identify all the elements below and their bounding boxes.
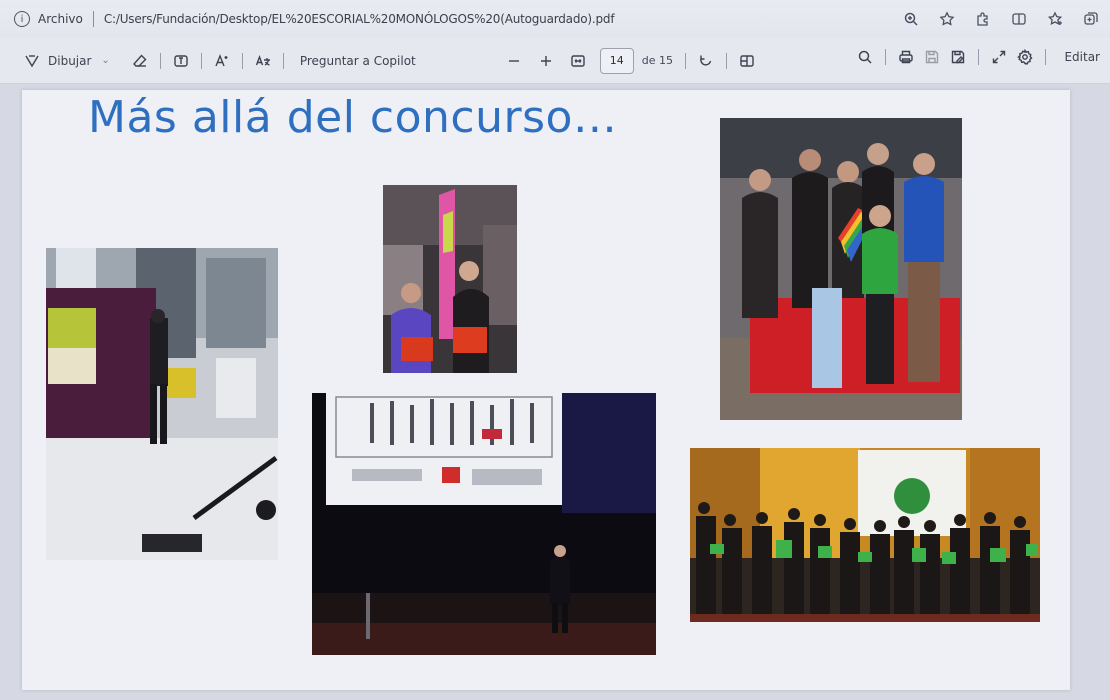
divider — [1045, 49, 1047, 65]
ask-copilot-button[interactable]: Preguntar a Copilot — [300, 54, 416, 68]
divider — [282, 52, 284, 69]
divider — [159, 52, 161, 69]
right-toolbar: Editar — [857, 49, 1100, 65]
translate-icon — [255, 54, 270, 66]
search-icon — [859, 50, 872, 64]
ask-copilot-label: Preguntar a Copilot — [299, 53, 416, 68]
search-button[interactable] — [857, 49, 873, 65]
gear-icon — [1017, 49, 1033, 65]
save-as-button[interactable] — [950, 49, 966, 65]
eraser-icon — [132, 53, 147, 67]
divider — [200, 52, 202, 69]
divider — [92, 11, 94, 27]
rotate-icon — [700, 55, 712, 66]
rotate-button[interactable] — [698, 53, 714, 69]
slide-title: Más allá del concurso… — [88, 92, 618, 143]
document-viewport[interactable]: Más allá del concurso… — [0, 84, 1110, 700]
plus-icon — [540, 55, 551, 66]
fit-page-button[interactable] — [570, 53, 586, 69]
puzzle-icon[interactable] — [972, 8, 994, 30]
divider — [685, 52, 686, 69]
star-icon[interactable] — [936, 8, 958, 30]
fit-page-icon — [571, 54, 585, 67]
pdf-page: Más allá del concurso… — [22, 90, 1070, 690]
award-winners-photo — [383, 185, 517, 373]
split-screen-icon[interactable] — [1008, 8, 1030, 30]
eraser-button[interactable] — [132, 53, 148, 69]
stage-group-photo — [690, 448, 1040, 622]
page-number-input[interactable]: 14 — [599, 47, 634, 74]
chevron-down-icon[interactable]: ⌄ — [101, 55, 109, 66]
divider — [241, 52, 243, 69]
collections-icon[interactable] — [1080, 8, 1102, 30]
favorites-icon[interactable] — [1044, 8, 1066, 30]
print-button[interactable] — [898, 49, 914, 65]
file-path: C:/Users/Fundación/Desktop/EL%20ESCORIAL… — [103, 12, 615, 26]
edit-button[interactable]: Editar — [1064, 50, 1100, 64]
divider — [978, 49, 980, 65]
page-view-button[interactable] — [739, 53, 755, 69]
text-box-button[interactable] — [173, 53, 189, 69]
read-aloud-icon — [215, 53, 228, 66]
save-as-icon — [952, 50, 965, 64]
draw-button[interactable]: Dibujar — [24, 53, 91, 69]
divider — [726, 52, 727, 69]
text-box-icon — [174, 54, 188, 67]
zoom-in-button[interactable] — [538, 53, 554, 69]
draw-label: Dibujar — [48, 53, 92, 68]
auditorium-speaker-photo — [312, 393, 656, 655]
save-button[interactable] — [924, 49, 940, 65]
page-view-icon — [740, 54, 754, 67]
read-aloud-button[interactable] — [214, 53, 230, 69]
expand-icon — [993, 50, 1006, 64]
title-bar-icons — [900, 8, 1102, 30]
page-total: de 15 — [641, 54, 673, 67]
zoom-icon[interactable] — [900, 8, 922, 30]
zoom-out-button[interactable] — [506, 53, 522, 69]
draw-icon — [25, 54, 39, 67]
settings-button[interactable] — [1017, 49, 1033, 65]
minus-icon — [508, 59, 519, 62]
divider — [885, 49, 887, 65]
group-photo-pride-flag — [720, 118, 962, 420]
file-menu[interactable]: Archivo — [38, 12, 83, 26]
fullscreen-button[interactable] — [991, 49, 1007, 65]
stage-speaker-photo — [46, 248, 278, 560]
print-icon — [899, 50, 914, 64]
pdf-toolbar: Dibujar ⌄ Preguntar a Copilot 14 de 15 E… — [0, 38, 1110, 84]
title-bar: i Archivo C:/Users/Fundación/Desktop/EL%… — [0, 0, 1110, 38]
save-icon — [926, 50, 939, 64]
translate-button[interactable] — [255, 53, 271, 69]
info-icon[interactable]: i — [14, 11, 30, 27]
